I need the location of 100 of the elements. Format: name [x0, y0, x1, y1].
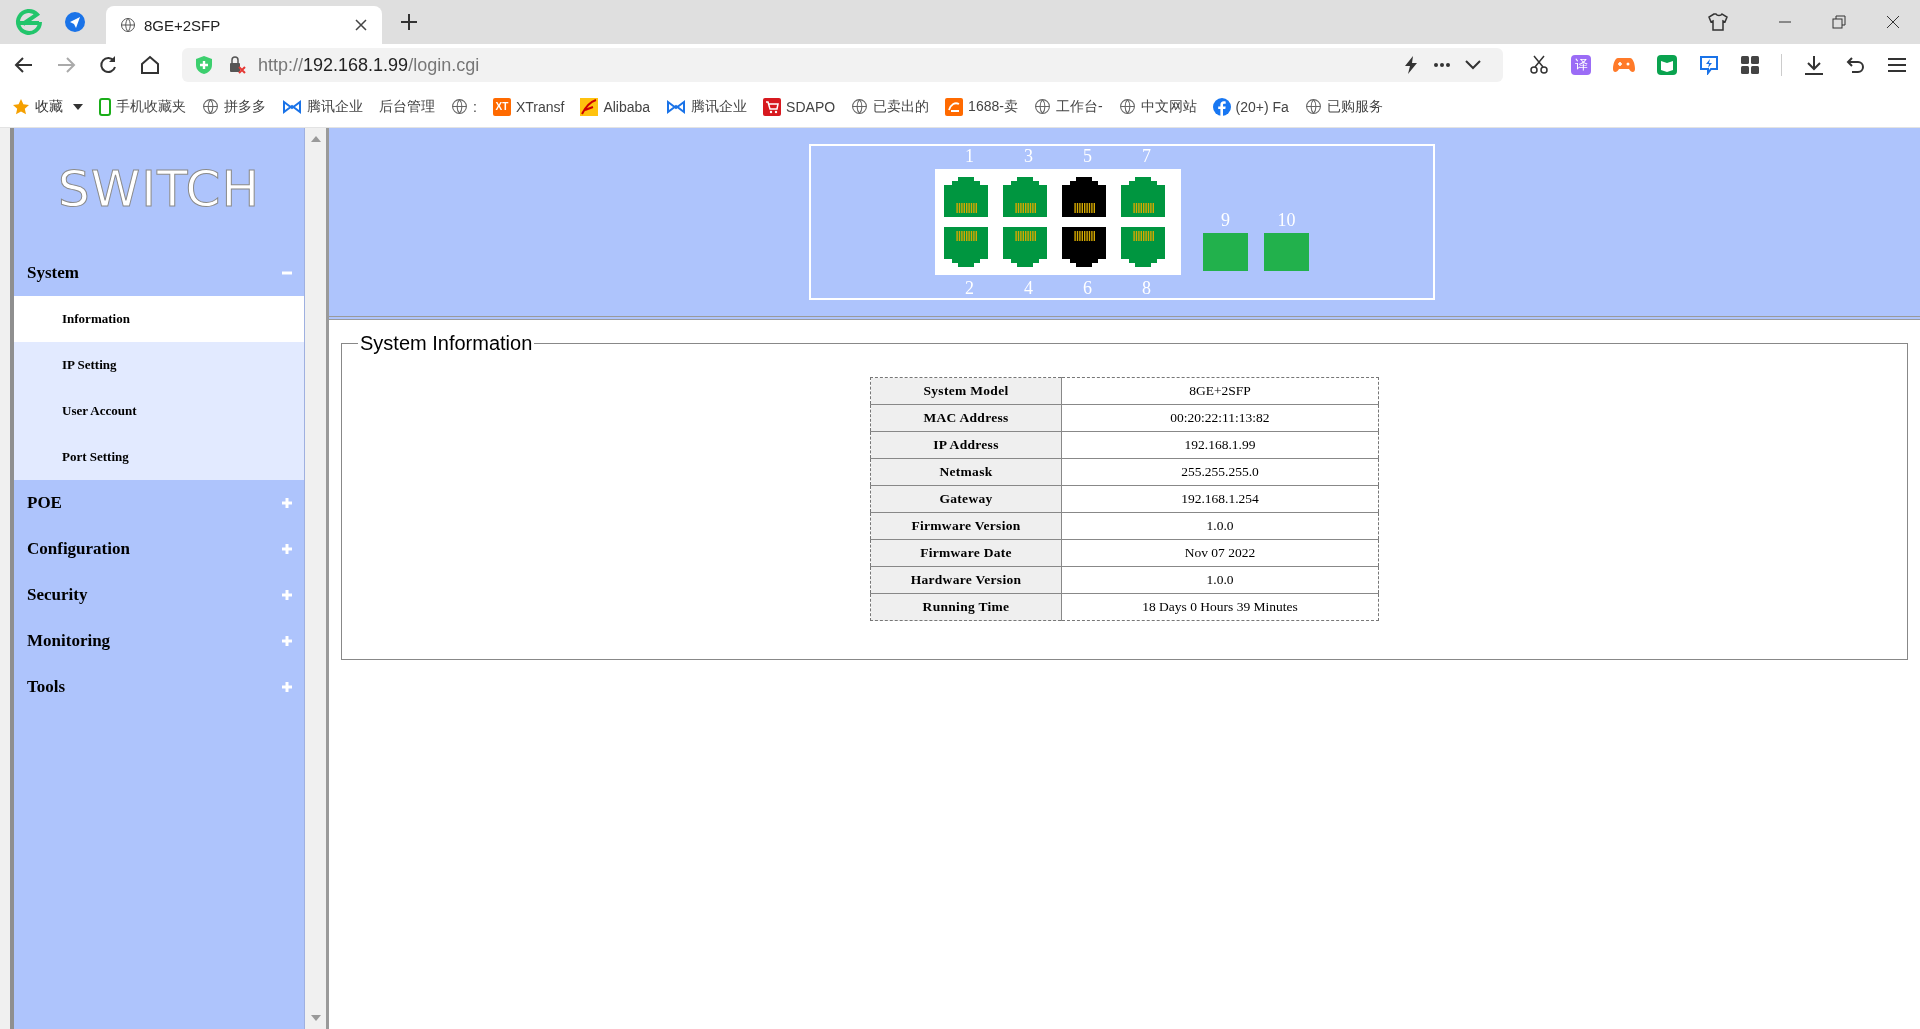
lightning-icon[interactable] [1403, 56, 1419, 74]
bookmark-label: 工作台- [1055, 97, 1103, 116]
bookmark[interactable]: XT XTransf [492, 97, 565, 116]
port-number: 8 [1141, 277, 1152, 300]
table-cell: IP Address [870, 431, 1062, 459]
bookmark[interactable]: 中文网站 [1118, 97, 1197, 116]
translate-button[interactable]: 译 [1571, 55, 1591, 75]
table-cell: 00:20:22:11:13:82 [1061, 404, 1379, 432]
table-cell: Firmware Version [870, 512, 1062, 540]
bookmark-label: 收藏 [35, 97, 63, 116]
send-icon[interactable] [64, 11, 86, 33]
table-cell: 18 Days 0 Hours 39 Minutes [1061, 593, 1379, 621]
close-icon[interactable] [1886, 15, 1900, 29]
bowtie-icon [282, 99, 302, 114]
bookmark-label: 腾讯企业 [307, 97, 363, 116]
site-badge: XT [492, 97, 511, 116]
table-cell: 1.0.0 [1061, 566, 1379, 594]
address-field[interactable]: http://192.168.1.99/login.cgi [182, 48, 1503, 82]
bookmark[interactable]: 腾讯企业 [282, 97, 363, 116]
port-number: 9 [1221, 209, 1230, 232]
table-cell: 8GE+2SFP [1061, 377, 1379, 405]
port-number: 6 [1082, 277, 1093, 300]
chevron-down-icon[interactable] [1465, 60, 1481, 70]
more-icon[interactable] [1433, 62, 1451, 68]
back-icon[interactable] [14, 55, 34, 75]
star-icon [12, 97, 30, 116]
bookmark-label: 腾讯企业 [691, 97, 748, 116]
bookmark[interactable]: 工作台- [1033, 97, 1103, 116]
bookmark-label: 中文网站 [1140, 97, 1197, 116]
menu-item[interactable]: Information [14, 296, 304, 342]
site-logo-icon [580, 97, 599, 116]
bookmark[interactable]: 已卖出的 [851, 97, 930, 116]
screen-icon[interactable] [1699, 55, 1719, 75]
table-cell: 255.255.255.0 [1061, 458, 1379, 486]
bookmark[interactable]: 腾讯企业 [666, 97, 748, 116]
ethernet-port-icon[interactable] [1062, 177, 1106, 217]
table-cell: Nov 07 2022 [1061, 539, 1379, 567]
port-number: 3 [1023, 145, 1034, 168]
menu-item[interactable]: User Account [14, 388, 304, 434]
menu-header[interactable]: Tools [14, 664, 304, 710]
restore-icon[interactable] [1832, 15, 1846, 29]
scroll-down-icon[interactable] [310, 1015, 321, 1021]
menu-label: Tools [27, 677, 66, 697]
ethernet-port-icon[interactable] [1062, 227, 1106, 267]
gamepad-icon[interactable] [1613, 56, 1635, 74]
menu-header[interactable]: POE [14, 480, 304, 526]
port-number: 4 [1023, 277, 1034, 300]
globe-icon [451, 98, 468, 115]
home-icon[interactable] [140, 55, 160, 75]
bookmark[interactable]: 拼多多 [202, 97, 266, 116]
shield-icon [194, 55, 214, 75]
bookmark[interactable]: 收藏 [12, 97, 63, 116]
globe-icon [1118, 98, 1136, 115]
bookmark-label: 手机收藏夹 [116, 97, 186, 116]
bookmark[interactable]: Alibaba [580, 97, 651, 116]
menu-label: POE [27, 493, 62, 513]
bookmark[interactable]: 后台管理 [379, 97, 435, 116]
site-logo-icon [945, 97, 964, 116]
dropdown-icon[interactable] [73, 103, 83, 110]
url-text: http://192.168.1.99/login.cgi [258, 54, 480, 76]
scissors-icon[interactable] [1529, 55, 1549, 75]
bookmark[interactable]: (20+) Fa [1212, 97, 1289, 116]
menu-item[interactable]: IP Setting [14, 342, 304, 388]
logo: SWITCH [56, 159, 261, 220]
lock-icon[interactable] [228, 56, 246, 74]
reload-icon[interactable] [98, 55, 118, 75]
new-tab-icon[interactable] [400, 13, 418, 31]
table-cell: Hardware Version [870, 566, 1062, 594]
book-icon[interactable] [1657, 55, 1677, 75]
bookmark[interactable]: SDAPO [763, 97, 836, 116]
bookmark[interactable]: 手机收藏夹 [99, 97, 186, 116]
port-number: 2 [964, 277, 975, 300]
menu-header[interactable]: System [14, 250, 304, 296]
table-cell: Running Time [870, 593, 1062, 621]
scrollbar[interactable] [305, 128, 329, 1029]
menu-label: Monitoring [27, 631, 111, 651]
menu-header[interactable]: Configuration [14, 526, 304, 572]
globe-icon [120, 17, 136, 33]
download-icon[interactable] [1804, 55, 1824, 75]
menu-header[interactable]: Security [14, 572, 304, 618]
browser-tab[interactable]: 8GE+2SFP [106, 6, 382, 44]
table-cell: 192.168.1.99 [1061, 431, 1379, 459]
grid-icon[interactable] [1741, 56, 1759, 74]
forward-icon[interactable] [56, 55, 76, 75]
scroll-up-icon[interactable] [310, 136, 321, 142]
undo-icon[interactable] [1846, 55, 1866, 75]
bookmark-label: 拼多多 [224, 97, 266, 116]
close-icon[interactable] [354, 18, 368, 32]
globe-icon [1304, 98, 1322, 115]
menu-icon[interactable] [1888, 57, 1906, 73]
bookmark[interactable]: 已购服务 [1304, 97, 1383, 116]
bookmark[interactable]: : [451, 98, 477, 115]
bookmark-label: 已购服务 [1326, 97, 1383, 116]
menu-header[interactable]: Monitoring [14, 618, 304, 664]
menu-item[interactable]: Port Setting [14, 434, 304, 480]
bowtie-icon [666, 99, 687, 114]
bookmark-label: SDAPO [786, 98, 836, 115]
globe-icon [202, 98, 219, 115]
shirt-icon[interactable] [1708, 12, 1728, 32]
bookmark[interactable]: 1688-卖 [945, 97, 1018, 116]
